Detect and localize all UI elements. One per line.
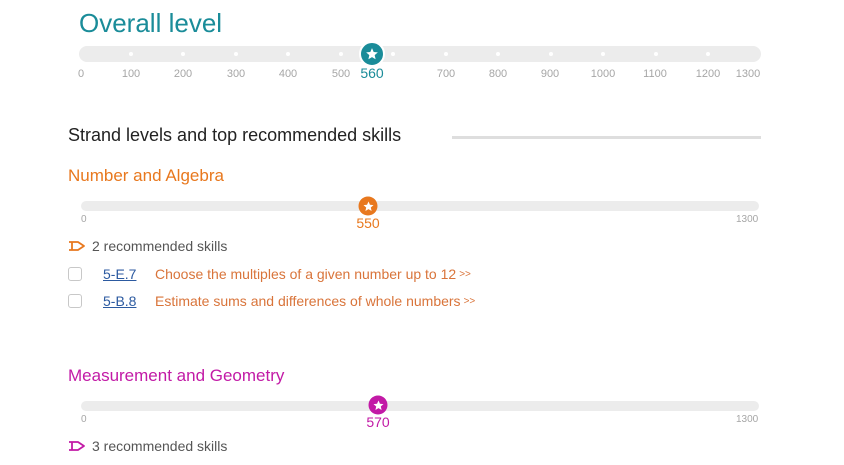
star-icon (363, 201, 373, 211)
strand-value: 570 (366, 414, 390, 430)
recommended-skills-count: 3 recommended skills (68, 438, 227, 454)
skill-row: 5-E.7 Choose the multiples of a given nu… (68, 265, 471, 283)
skill-more-link[interactable]: >> (464, 296, 476, 307)
overall-level-value: 560 (360, 65, 384, 81)
scale-tick-label: 500 (331, 68, 351, 80)
track-dot (706, 52, 710, 56)
section-divider (452, 136, 761, 139)
scale-tick-label: 1100 (643, 68, 667, 80)
track-dot (129, 52, 133, 56)
scale-tick-label: 100 (121, 68, 141, 80)
pointer-arrow-icon (69, 441, 85, 451)
scale-tick-label: 700 (436, 68, 456, 80)
recommended-skills-label: 3 recommended skills (92, 438, 228, 454)
overall-level-star-marker (359, 41, 385, 67)
scale-tick-label: 900 (540, 68, 560, 80)
strand-max-label: 1300 (736, 414, 759, 425)
strand-star-marker (358, 196, 378, 216)
strand-value: 550 (356, 215, 380, 231)
track-dot (549, 52, 553, 56)
pointer-arrow-icon (69, 241, 85, 251)
track-dot (391, 52, 395, 56)
skill-name-link[interactable]: Choose the multiples of a given number u… (155, 266, 456, 282)
scale-tick-label: 1300 (735, 68, 761, 80)
strand-max-label: 1300 (736, 214, 759, 225)
scale-tick-label: 400 (278, 68, 298, 80)
track-dot (339, 52, 343, 56)
track-dot (234, 52, 238, 56)
scale-tick-label: 1200 (695, 68, 721, 80)
strand-track-measurement-geometry (81, 401, 759, 411)
scale-tick-label: 300 (226, 68, 246, 80)
track-dot (181, 52, 185, 56)
track-dot (496, 52, 500, 56)
overall-level-track (79, 46, 761, 62)
star-icon (366, 48, 378, 60)
strand-title-measurement-geometry: Measurement and Geometry (68, 366, 285, 385)
recommended-skills-label: 2 recommended skills (92, 238, 228, 254)
scale-tick-label: 800 (488, 68, 508, 80)
skill-name-link[interactable]: Estimate sums and differences of whole n… (155, 293, 461, 309)
scale-tick-label: 0 (77, 68, 85, 80)
skill-checkbox[interactable] (68, 294, 82, 308)
track-dot (601, 52, 605, 56)
track-dot (444, 52, 448, 56)
skill-row: 5-B.8 Estimate sums and differences of w… (68, 292, 475, 310)
strand-min-label: 0 (81, 414, 87, 425)
scale-tick-label: 1000 (590, 68, 616, 80)
recommended-skills-count: 2 recommended skills (68, 238, 227, 254)
strand-star-marker (368, 395, 388, 415)
track-dot (286, 52, 290, 56)
skill-checkbox[interactable] (68, 267, 82, 281)
track-dot (654, 52, 658, 56)
strand-section-heading: Strand levels and top recommended skills (68, 125, 402, 145)
strand-track-number-algebra (81, 201, 759, 211)
star-icon (373, 400, 383, 410)
skill-code-link[interactable]: 5-E.7 (103, 266, 155, 282)
scale-tick-label: 200 (173, 68, 193, 80)
skill-code-link[interactable]: 5-B.8 (103, 293, 155, 309)
skill-more-link[interactable]: >> (459, 269, 471, 280)
strand-min-label: 0 (81, 214, 87, 225)
strand-title-number-algebra: Number and Algebra (68, 166, 224, 185)
overall-level-title: Overall level (79, 8, 223, 38)
